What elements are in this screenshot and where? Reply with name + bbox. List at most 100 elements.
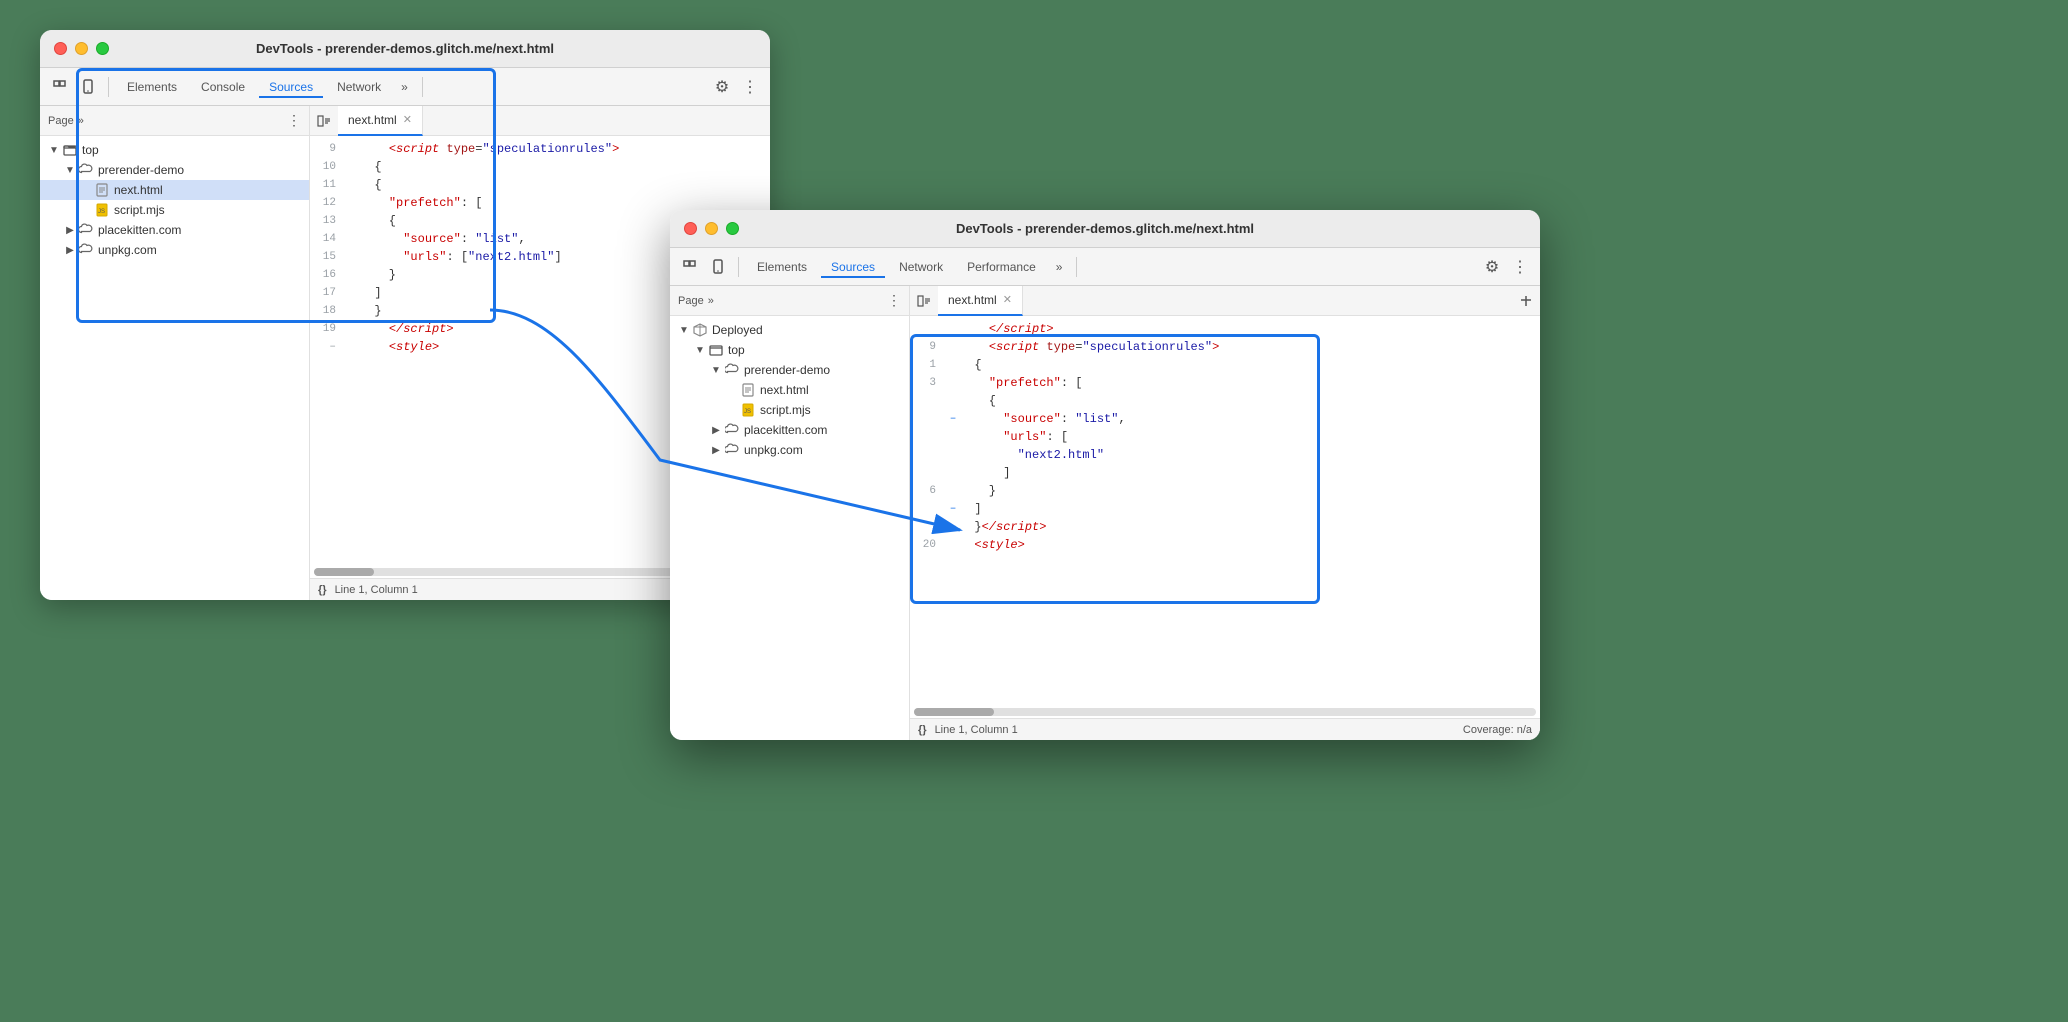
tree-arrow-unpkg-2: ▶ bbox=[710, 444, 722, 456]
tab-sources-2[interactable]: Sources bbox=[821, 256, 885, 278]
sidebar-tree-1: ▼ top ▼ prerender-demo bbox=[40, 136, 309, 600]
toolbar-divider-3 bbox=[738, 257, 739, 277]
tree-arrow-top-2: ▼ bbox=[694, 344, 706, 356]
scrollbar-thumb-2[interactable] bbox=[914, 708, 994, 716]
sidebar-header-2: Page » ⋮ bbox=[670, 286, 909, 316]
code-line-2-open: { bbox=[910, 392, 1540, 410]
code-line-2-next2: "next2.html" bbox=[910, 446, 1540, 464]
sidebar-header-dots-2[interactable]: ⋮ bbox=[887, 292, 901, 309]
code-line-9: 9 <script type="speculationrules"> bbox=[310, 140, 770, 158]
tree-item-placekitten-2[interactable]: ▶ placekitten.com bbox=[670, 420, 909, 440]
tree-arrow-scriptmjs-2 bbox=[726, 404, 738, 416]
sidebar-header-dots-1[interactable]: ⋮ bbox=[287, 112, 301, 129]
tree-item-nexthtml-2[interactable]: next.html bbox=[670, 380, 909, 400]
devtools-window-2: DevTools - prerender-demos.glitch.me/nex… bbox=[670, 210, 1540, 740]
devtools-content-1: Page » ⋮ ▼ top ▼ bbox=[40, 106, 770, 600]
tree-arrow-scriptmjs-1 bbox=[80, 204, 92, 216]
tree-arrow-deployed: ▼ bbox=[678, 324, 690, 336]
toolbar-divider-1 bbox=[108, 77, 109, 97]
cloud-icon-unpkg-1 bbox=[78, 242, 94, 258]
tree-item-placekitten-1[interactable]: ▶ placekitten.com bbox=[40, 220, 309, 240]
minimize-button-1[interactable] bbox=[75, 42, 88, 55]
toolbar-more-1[interactable]: » bbox=[395, 78, 414, 96]
tree-arrow-placekitten-2: ▶ bbox=[710, 424, 722, 436]
tree-item-top-1[interactable]: ▼ top bbox=[40, 140, 309, 160]
code-tab-bar-2: next.html ✕ bbox=[910, 286, 1540, 316]
tab-network-2[interactable]: Network bbox=[889, 256, 953, 278]
scrollbar-thumb-1[interactable] bbox=[314, 568, 374, 576]
tree-label-placekitten-2: placekitten.com bbox=[744, 423, 827, 437]
cloud-icon-prerender-1 bbox=[78, 162, 94, 178]
mobile-icon[interactable] bbox=[76, 75, 100, 99]
code-tab-label-1: next.html bbox=[348, 113, 397, 127]
mobile-icon-2[interactable] bbox=[706, 255, 730, 279]
gear-icon-2[interactable]: ⚙ bbox=[1480, 255, 1504, 279]
window-title-1: DevTools - prerender-demos.glitch.me/nex… bbox=[54, 41, 756, 56]
window-title-2: DevTools - prerender-demos.glitch.me/nex… bbox=[684, 221, 1526, 236]
tab-elements-1[interactable]: Elements bbox=[117, 76, 187, 98]
code-tab-close-1[interactable]: ✕ bbox=[403, 113, 412, 126]
tree-item-unpkg-2[interactable]: ▶ unpkg.com bbox=[670, 440, 909, 460]
status-bar-2: {} Line 1, Column 1 Coverage: n/a bbox=[910, 718, 1540, 740]
code-tab-close-2[interactable]: ✕ bbox=[1003, 293, 1012, 306]
code-editor-2[interactable]: </script> 9 <script type="speculationrul… bbox=[910, 316, 1540, 708]
code-line-10: 10 { bbox=[310, 158, 770, 176]
code-tab-nexthtml-1[interactable]: next.html ✕ bbox=[338, 106, 423, 136]
tree-label-nexthtml-1: next.html bbox=[114, 183, 163, 197]
tree-label-scriptmjs-1: script.mjs bbox=[114, 203, 165, 217]
code-panel-2: next.html ✕ </script> 9 bbox=[910, 286, 1540, 740]
tree-label-placekitten-1: placekitten.com bbox=[98, 223, 181, 237]
tab-console-1[interactable]: Console bbox=[191, 76, 255, 98]
cube-icon bbox=[692, 322, 708, 338]
tab-sources-1[interactable]: Sources bbox=[259, 76, 323, 98]
code-tab-nexthtml-2[interactable]: next.html ✕ bbox=[938, 286, 1023, 316]
tree-item-unpkg-1[interactable]: ▶ unpkg.com bbox=[40, 240, 309, 260]
tab-performance-2[interactable]: Performance bbox=[957, 256, 1046, 278]
tab-elements-2[interactable]: Elements bbox=[747, 256, 817, 278]
maximize-button-1[interactable] bbox=[96, 42, 109, 55]
code-line-2-closebracket: ] bbox=[910, 464, 1540, 482]
file-js-icon-2: JS bbox=[740, 402, 756, 418]
title-bar-2: DevTools - prerender-demos.glitch.me/nex… bbox=[670, 210, 1540, 248]
tree-item-deployed[interactable]: ▼ Deployed bbox=[670, 320, 909, 340]
file-js-icon-1: JS bbox=[94, 202, 110, 218]
close-button-1[interactable] bbox=[54, 42, 67, 55]
more-options-icon-2[interactable]: ⋮ bbox=[1508, 255, 1532, 279]
tab-network-1[interactable]: Network bbox=[327, 76, 391, 98]
more-options-icon-1[interactable]: ⋮ bbox=[738, 75, 762, 99]
status-braces-1[interactable]: {} bbox=[318, 584, 327, 596]
code-tab-sidebar-icon-1[interactable] bbox=[314, 111, 334, 131]
cursor-icon[interactable] bbox=[48, 75, 72, 99]
status-coverage-2: Coverage: n/a bbox=[1463, 724, 1532, 736]
cursor-icon-2[interactable] bbox=[678, 255, 702, 279]
code-tab-sidebar-icon-2[interactable] bbox=[914, 291, 934, 311]
traffic-lights-2 bbox=[684, 222, 739, 235]
cloud-icon-placekitten-2 bbox=[724, 422, 740, 438]
title-bar-1: DevTools - prerender-demos.glitch.me/nex… bbox=[40, 30, 770, 68]
maximize-button-2[interactable] bbox=[726, 222, 739, 235]
toolbar-more-2[interactable]: » bbox=[1050, 258, 1069, 276]
close-button-2[interactable] bbox=[684, 222, 697, 235]
sidebar-header-more-1[interactable]: » bbox=[78, 115, 84, 127]
code-line-2-closesq: – ] bbox=[910, 500, 1540, 518]
minimize-button-2[interactable] bbox=[705, 222, 718, 235]
tree-item-scriptmjs-2[interactable]: JS script.mjs bbox=[670, 400, 909, 420]
tree-item-scriptmjs-1[interactable]: JS script.mjs bbox=[40, 200, 309, 220]
code-panel-expand-icon[interactable] bbox=[1516, 291, 1536, 311]
gear-icon-1[interactable]: ⚙ bbox=[710, 75, 734, 99]
traffic-lights-1 bbox=[54, 42, 109, 55]
scrollbar-h-2[interactable] bbox=[914, 708, 1536, 716]
tree-item-prerender-1[interactable]: ▼ prerender-demo bbox=[40, 160, 309, 180]
toolbar-divider-2 bbox=[422, 77, 423, 97]
tree-item-nexthtml-1[interactable]: next.html bbox=[40, 180, 309, 200]
tree-item-top-2[interactable]: ▼ top bbox=[670, 340, 909, 360]
devtools-content-2: Page » ⋮ ▼ Deployed ▼ bbox=[670, 286, 1540, 740]
tree-item-prerender-2[interactable]: ▼ prerender-demo bbox=[670, 360, 909, 380]
tree-label-scriptmjs-2: script.mjs bbox=[760, 403, 811, 417]
sidebar-header-more-2[interactable]: » bbox=[708, 295, 714, 307]
tree-arrow-nexthtml-2 bbox=[726, 384, 738, 396]
code-line-2-prev: </script> bbox=[910, 320, 1540, 338]
sidebar-tree-2: ▼ Deployed ▼ top ▼ bbox=[670, 316, 909, 740]
status-braces-2[interactable]: {} bbox=[918, 724, 927, 736]
tree-label-top-1: top bbox=[82, 143, 99, 157]
